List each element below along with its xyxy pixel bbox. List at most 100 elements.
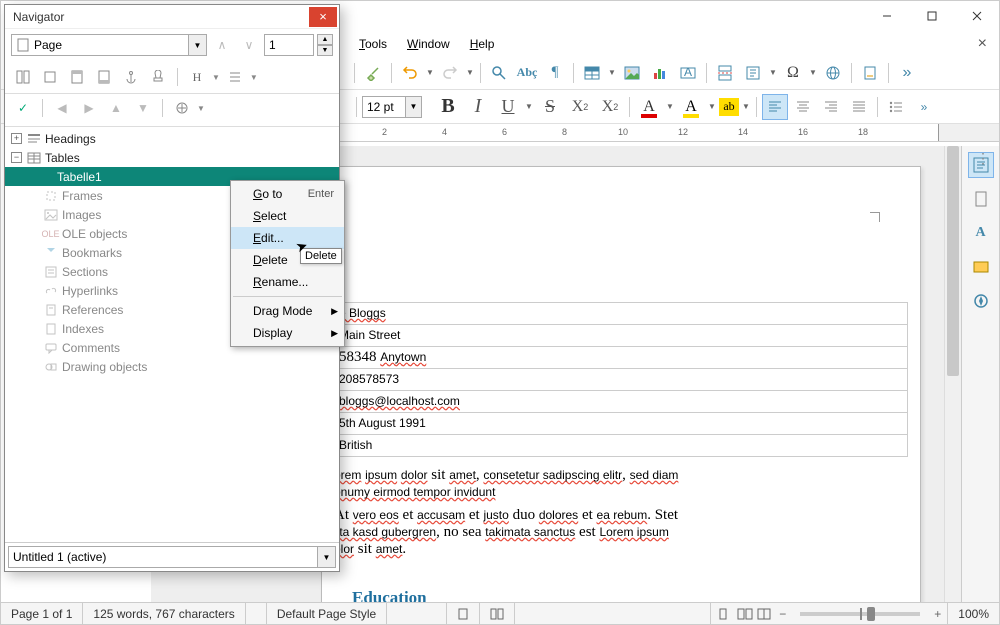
image-insert-icon[interactable] bbox=[619, 60, 645, 86]
ctx-edit[interactable]: Edit... bbox=[231, 227, 344, 249]
zoom-in-button[interactable]: + bbox=[928, 607, 947, 621]
view-multi-icon[interactable] bbox=[480, 603, 515, 624]
spellcheck-icon[interactable]: Abç bbox=[514, 60, 540, 86]
move-up-icon[interactable]: ▲ bbox=[104, 96, 128, 120]
nav-next-icon[interactable]: ∨ bbox=[237, 33, 261, 57]
chevron-down-icon[interactable]: ▼ bbox=[405, 97, 421, 117]
italic-button[interactable]: I bbox=[464, 93, 492, 121]
header-icon[interactable] bbox=[65, 65, 89, 89]
menu-help[interactable]: Help bbox=[462, 34, 503, 54]
navigator-page-number[interactable]: 1 bbox=[264, 34, 314, 56]
zoom-slider[interactable] bbox=[800, 612, 920, 616]
undo-icon[interactable] bbox=[397, 60, 423, 86]
footer-icon[interactable] bbox=[92, 65, 116, 89]
sidebar-page-icon[interactable] bbox=[968, 186, 994, 212]
navigator-doc-combo[interactable]: Untitled 1 (active) ▼ bbox=[8, 546, 336, 568]
find-icon[interactable] bbox=[486, 60, 512, 86]
navigator-close-button[interactable]: × bbox=[309, 7, 337, 27]
demote-icon[interactable]: ▶ bbox=[77, 96, 101, 120]
table-row[interactable]: 208578573 bbox=[334, 369, 908, 391]
char-highlight-button[interactable]: ab bbox=[719, 98, 739, 116]
tree-tables[interactable]: −Tables bbox=[5, 148, 339, 167]
align-center-button[interactable] bbox=[790, 94, 816, 120]
checkmark-icon[interactable]: ✓ bbox=[11, 96, 35, 120]
content-view-icon[interactable] bbox=[11, 65, 35, 89]
table-row[interactable]: bloggs@localhost.com bbox=[334, 391, 908, 413]
navigator-page-combo[interactable]: Page ▼ bbox=[11, 34, 207, 56]
table-row[interactable]: Main Street bbox=[334, 325, 908, 347]
strike-button[interactable]: S bbox=[536, 93, 564, 121]
menu-window[interactable]: Window bbox=[399, 34, 458, 54]
sidebar-styles-icon[interactable]: A bbox=[968, 220, 994, 246]
more-formatting-icon[interactable]: » bbox=[911, 94, 937, 120]
maximize-button[interactable] bbox=[909, 2, 954, 31]
ctx-display[interactable]: Display▶ bbox=[231, 322, 344, 344]
status-words[interactable]: 125 words, 767 characters bbox=[83, 603, 245, 624]
superscript-button[interactable]: X2 bbox=[566, 93, 594, 121]
menu-tools[interactable]: Tools bbox=[351, 34, 395, 54]
ctx-select[interactable]: Select bbox=[231, 205, 344, 227]
hyperlink-icon[interactable] bbox=[820, 60, 846, 86]
pagebreak-icon[interactable] bbox=[712, 60, 738, 86]
heading-levels-icon[interactable]: H bbox=[185, 65, 209, 89]
align-right-button[interactable] bbox=[818, 94, 844, 120]
font-size-input[interactable]: ▼ bbox=[362, 96, 422, 118]
align-justify-button[interactable] bbox=[846, 94, 872, 120]
paragraph[interactable]: At vero eos et accusam et justo duo dolo… bbox=[334, 507, 908, 558]
chart-insert-icon[interactable] bbox=[647, 60, 673, 86]
anchor-icon[interactable] bbox=[119, 65, 143, 89]
sidebar-navigator-icon[interactable] bbox=[968, 288, 994, 314]
table-row[interactable]: British bbox=[334, 435, 908, 457]
view-single-icon[interactable] bbox=[447, 603, 480, 624]
undo-dropdown[interactable]: ▼ bbox=[425, 68, 435, 77]
bullets-button[interactable] bbox=[883, 94, 909, 120]
zoom-level[interactable]: 100% bbox=[948, 607, 999, 621]
table-dropdown[interactable]: ▼ bbox=[607, 68, 617, 77]
toggle-master-icon[interactable] bbox=[38, 65, 62, 89]
symbol-icon[interactable]: Ω bbox=[780, 60, 806, 86]
minimize-button[interactable] bbox=[864, 2, 909, 31]
table-insert-icon[interactable] bbox=[579, 60, 605, 86]
navigator-titlebar[interactable]: Navigator × bbox=[5, 5, 339, 29]
collapse-icon[interactable]: − bbox=[11, 152, 22, 163]
scrollbar-thumb[interactable] bbox=[947, 146, 959, 376]
page-spinner[interactable]: ▲▼ bbox=[317, 34, 333, 56]
subscript-button[interactable]: X2 bbox=[596, 93, 624, 121]
status-page[interactable]: Page 1 of 1 bbox=[1, 603, 83, 624]
close-button[interactable] bbox=[954, 2, 999, 31]
table-row[interactable]: 5th August 1991 bbox=[334, 413, 908, 435]
expand-icon[interactable]: + bbox=[11, 133, 22, 144]
close-document-icon[interactable]: × bbox=[978, 35, 987, 53]
document-table[interactable]: e Bloggs Main Street 58348 Anytown 20857… bbox=[334, 302, 908, 457]
page[interactable]: e Bloggs Main Street 58348 Anytown 20857… bbox=[321, 166, 921, 602]
zoom-out-button[interactable]: − bbox=[773, 607, 792, 621]
ctx-dragmode[interactable]: Drag Mode▶ bbox=[231, 300, 344, 322]
paintbrush-icon[interactable] bbox=[360, 60, 386, 86]
tree-drawing[interactable]: Drawing objects bbox=[5, 357, 339, 376]
align-left-button[interactable] bbox=[762, 94, 788, 120]
chevron-down-icon[interactable]: ▼ bbox=[188, 35, 206, 55]
more-icon[interactable]: » bbox=[894, 60, 920, 86]
heading-education[interactable]: Education bbox=[334, 582, 908, 602]
vertical-scrollbar[interactable] bbox=[944, 146, 961, 602]
chevron-down-icon[interactable]: ▼ bbox=[317, 547, 335, 567]
view-layout-icon[interactable] bbox=[711, 603, 735, 624]
sidebar-gallery-icon[interactable] bbox=[968, 254, 994, 280]
sidebar-settings-icon[interactable]: ⋮ bbox=[976, 150, 991, 167]
table-row[interactable]: 58348 Anytown bbox=[334, 347, 908, 369]
redo-icon[interactable] bbox=[437, 60, 463, 86]
nav-prev-icon[interactable]: ∧ bbox=[210, 33, 234, 57]
drag-mode-icon[interactable] bbox=[170, 96, 194, 120]
promote-icon[interactable]: ◀ bbox=[50, 96, 74, 120]
bold-button[interactable]: B bbox=[434, 93, 462, 121]
textbox-icon[interactable]: A bbox=[675, 60, 701, 86]
status-style[interactable]: Default Page Style bbox=[267, 603, 387, 624]
endnote-icon[interactable] bbox=[857, 60, 883, 86]
paragraph[interactable]: orem ipsum dolor sit amet, consetetur sa… bbox=[334, 467, 908, 501]
redo-dropdown[interactable]: ▼ bbox=[465, 68, 475, 77]
tree-headings[interactable]: +Headings bbox=[5, 129, 339, 148]
formatting-marks-icon[interactable]: ¶ bbox=[542, 60, 568, 86]
table-row[interactable]: e Bloggs bbox=[334, 302, 908, 325]
field-icon[interactable] bbox=[740, 60, 766, 86]
ctx-goto[interactable]: Go toEnter bbox=[231, 183, 344, 205]
